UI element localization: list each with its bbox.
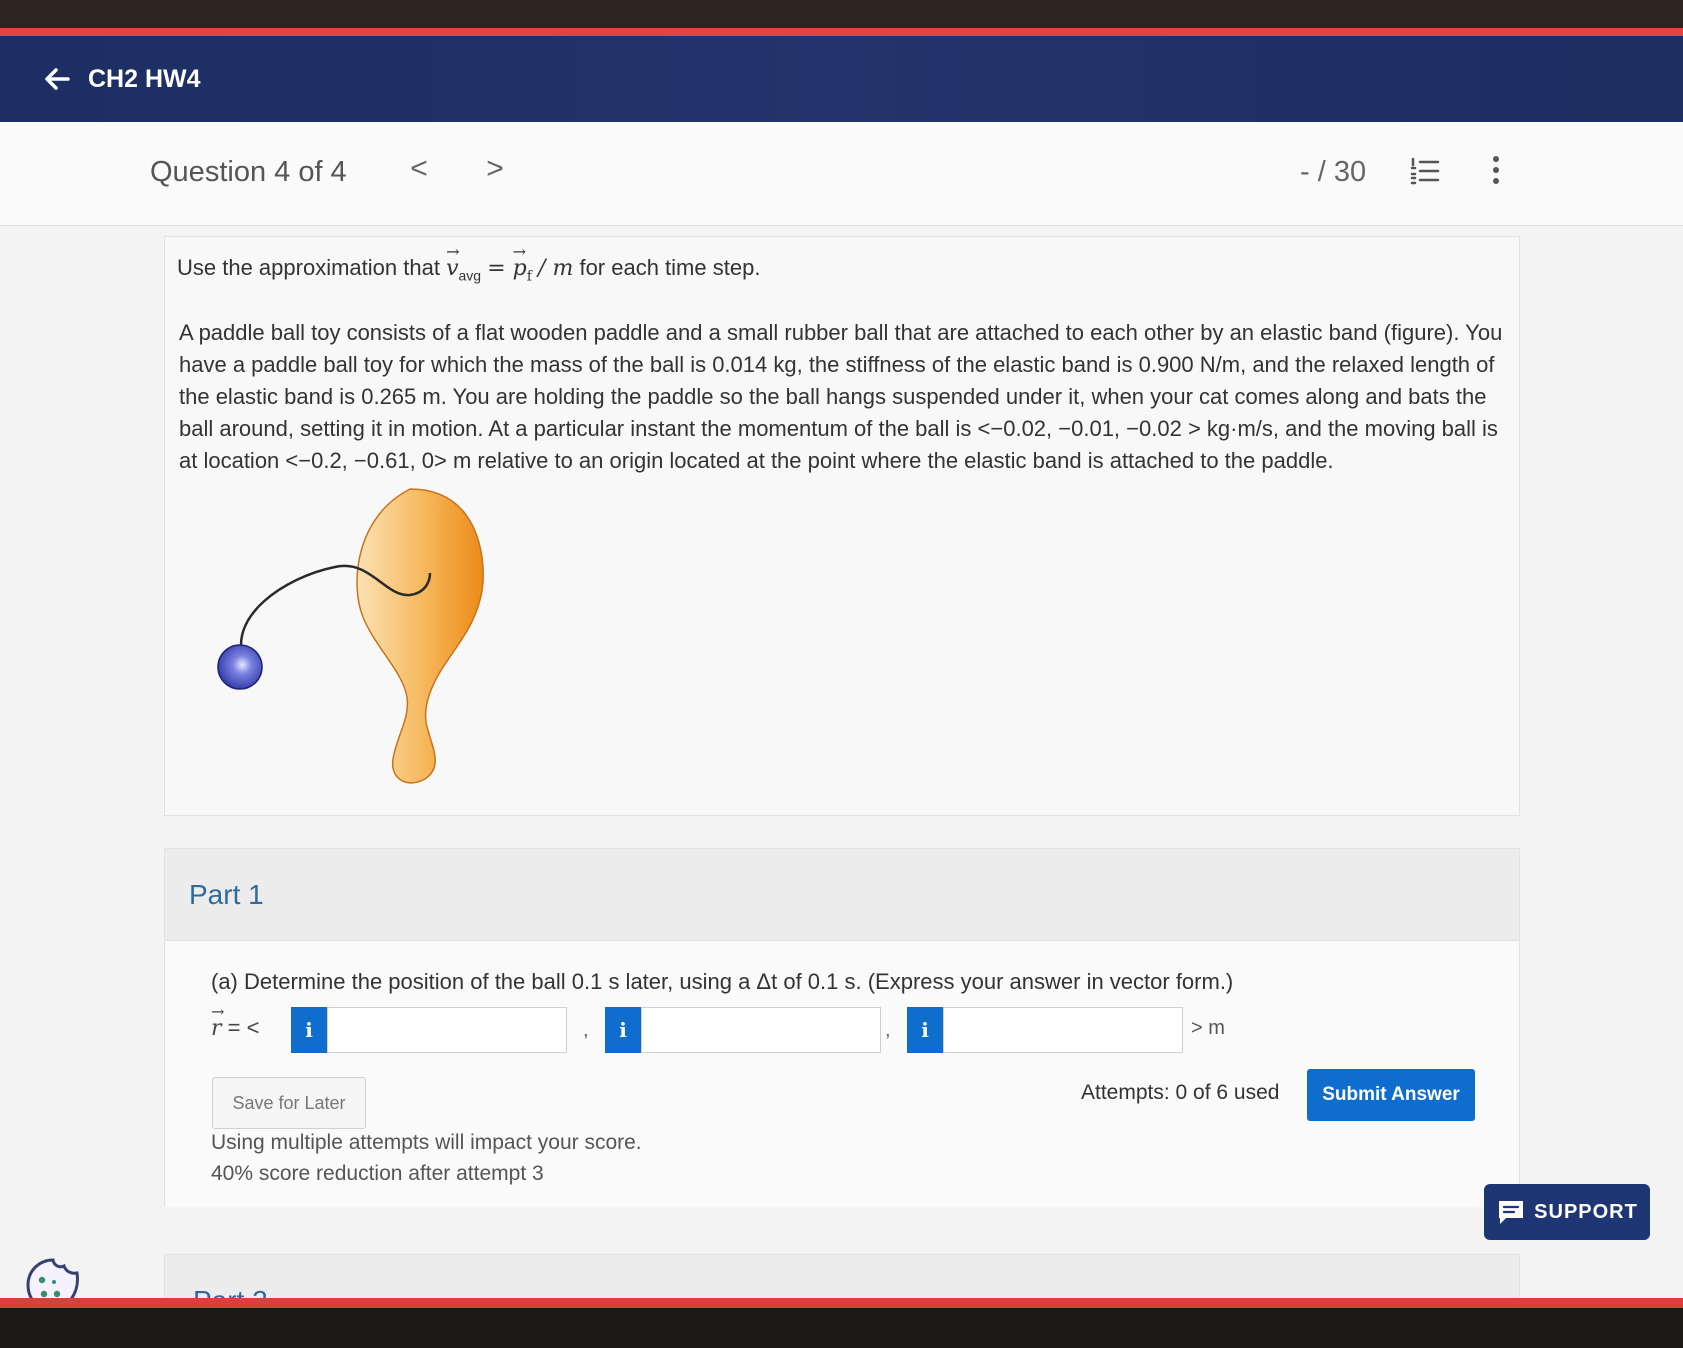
part-1-panel: Part 1 (a) Determine the position of the… <box>164 848 1520 1207</box>
approx-prefix: Use the approximation that <box>177 255 440 280</box>
info-icon[interactable]: i <box>605 1007 641 1053</box>
support-button[interactable]: SUPPORT <box>1484 1184 1650 1240</box>
answer-z-input[interactable] <box>943 1007 1183 1053</box>
approx-suffix: for each time step. <box>579 255 761 280</box>
rubber-ball <box>217 644 263 690</box>
vector-answer-row: r = < i , i , i <box>211 1002 1411 1053</box>
part-2-title: Part 2 <box>193 1285 268 1308</box>
approx-equals: = <box>487 256 513 281</box>
numbered-list-icon[interactable] <box>1410 156 1440 186</box>
paddle-ball-figure <box>185 487 505 797</box>
prev-question-button[interactable]: < <box>404 152 434 186</box>
question-content: Use the approximation that vavg = pf / m… <box>164 236 1520 816</box>
answer-z-group: i <box>907 1007 1183 1053</box>
answer-x-group: i <box>291 1007 567 1053</box>
p-f-subscript: f <box>526 268 532 285</box>
paddle-shape <box>356 488 484 784</box>
save-for-later-button[interactable]: Save for Later <box>212 1077 366 1129</box>
answer-y-input[interactable] <box>641 1007 881 1053</box>
answer-y-group: i <box>605 1007 881 1053</box>
course-header: CH2 HW4 <box>0 36 1683 122</box>
attempts-counter: Attempts: 0 of 6 used <box>1081 1081 1280 1104</box>
v-avg-symbol: v <box>446 242 460 281</box>
question-a-text: (a) Determine the position of the ball 0… <box>211 969 1234 994</box>
question-nav-bar: Question 4 of 4 < > - / 30 <box>0 122 1683 226</box>
chat-bubble-icon <box>1499 1201 1524 1224</box>
arrow-left-icon[interactable] <box>40 62 74 96</box>
v-avg-subscript: avg <box>458 267 482 284</box>
r-vector-symbol: r <box>211 1002 224 1041</box>
part-1-body: (a) Determine the position of the ball 0… <box>165 941 1519 1207</box>
vertical-ellipsis-icon[interactable] <box>1486 152 1506 188</box>
app-window: CH2 HW4 Question 4 of 4 < > - / 30 Use t… <box>0 28 1683 1308</box>
part-1-header[interactable]: Part 1 <box>165 849 1519 941</box>
approx-divide-m: / m <box>538 256 574 281</box>
course-title[interactable]: CH2 HW4 <box>88 65 201 94</box>
attempt-warning-line-1: Using multiple attempts will impact your… <box>211 1131 642 1154</box>
submit-answer-button[interactable]: Submit Answer <box>1307 1069 1475 1121</box>
p-f-symbol: p <box>513 242 527 281</box>
comma-separator: , <box>583 1019 589 1041</box>
screen: CH2 HW4 Question 4 of 4 < > - / 30 Use t… <box>0 0 1683 1348</box>
info-icon[interactable]: i <box>291 1007 327 1053</box>
support-label: SUPPORT <box>1534 1200 1638 1223</box>
attempt-warning-line-2: 40% score reduction after attempt 3 <box>211 1162 544 1185</box>
part-2-panel[interactable]: Part 2 <box>164 1254 1520 1308</box>
answer-x-input[interactable] <box>327 1007 567 1053</box>
r-vector-label: r = < <box>211 1002 260 1041</box>
units-label: > m <box>1191 1017 1225 1039</box>
cookie-icon[interactable] <box>24 1256 82 1298</box>
part-1-title: Part 1 <box>189 879 264 910</box>
problem-statement: A paddle ball toy consists of a flat woo… <box>179 320 1503 473</box>
approximation-instruction: Use the approximation that vavg = pf / m… <box>177 242 761 285</box>
vector-open: = < <box>221 1015 260 1040</box>
next-question-button[interactable]: > <box>480 152 510 186</box>
attempt-warning: Using multiple attempts will impact your… <box>211 1127 642 1189</box>
info-icon[interactable]: i <box>907 1007 943 1053</box>
comma-separator: , <box>885 1019 891 1041</box>
question-counter: Question 4 of 4 <box>150 156 347 188</box>
score-display: - / 30 <box>1300 156 1367 188</box>
